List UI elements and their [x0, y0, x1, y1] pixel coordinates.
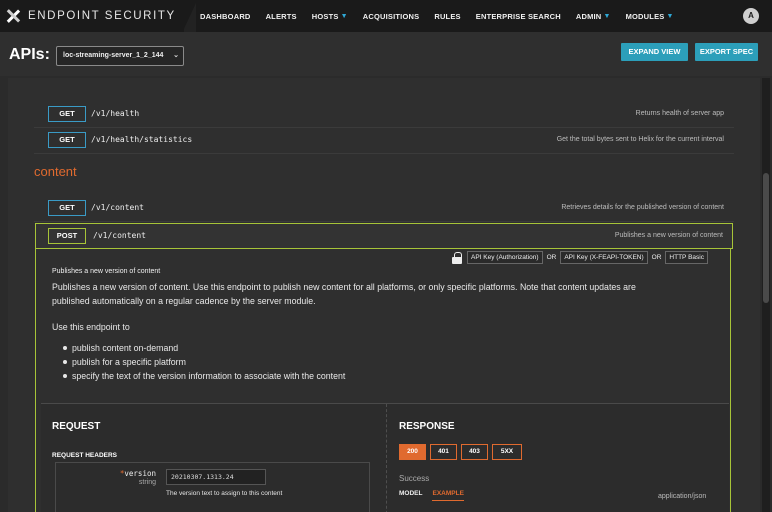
use-cases-list: publish content on-demand publish for a …: [62, 341, 346, 383]
nav-item-label: DASHBOARD: [200, 11, 251, 21]
nav-menu: DASHBOARD ALERTS HOSTS ▼ ACQUISITIONS RUL…: [200, 0, 689, 32]
nav-item-label: ENTERPRISE SEARCH: [475, 11, 561, 21]
app-window: ENDPOINT SECURITY DASHBOARD ALERTS HOSTS…: [0, 0, 772, 512]
auth-or-label: OR: [546, 254, 557, 261]
operation-path: /v1/content: [93, 231, 146, 240]
nav-item-hosts[interactable]: HOSTS ▼: [312, 12, 348, 21]
expand-view-button[interactable]: EXPAND VIEW: [621, 43, 688, 61]
description-line: Publishes a new version of content. Use …: [52, 282, 636, 292]
main-scrollbar[interactable]: [762, 78, 770, 512]
nav-item-rules[interactable]: RULES: [434, 12, 460, 21]
nav-item-label: ADMIN: [575, 11, 602, 21]
list-item: publish content on-demand: [62, 341, 345, 355]
panel-divider: [386, 404, 387, 512]
api-operations-panel: health GET /v1/health Returns health of …: [8, 78, 760, 512]
operation-path: /v1/health: [91, 109, 140, 118]
operation-row-get-health[interactable]: GET /v1/health Returns health of server …: [34, 102, 734, 128]
operation-description-text: Publishes a new version of content. Use …: [52, 280, 692, 308]
response-tabs: MODEL EXAMPLE: [399, 490, 474, 501]
nav-item-label: MODULES: [625, 11, 665, 21]
brand-logo-icon: [6, 9, 20, 23]
operation-description: Retrieves details for the published vers…: [561, 204, 724, 211]
operation-path: /v1/content: [91, 203, 144, 212]
response-codes: 200 401 403 5XX: [399, 444, 526, 460]
nav-item-modules[interactable]: MODULES ▼: [626, 12, 674, 21]
operation-row-get-health-statistics[interactable]: GET /v1/health/statistics Get the total …: [34, 128, 734, 154]
nav-item-label: HOSTS: [311, 11, 339, 21]
list-item: publish for a specific platform: [62, 355, 345, 369]
brand[interactable]: ENDPOINT SECURITY: [6, 6, 176, 26]
response-title: RESPONSE: [399, 421, 455, 432]
scrollbar-thumb[interactable]: [763, 173, 769, 303]
auth-or-label: OR: [651, 254, 662, 261]
param-type: string: [138, 479, 156, 486]
section-title-content[interactable]: content: [34, 164, 77, 179]
top-navigation-bar: ENDPOINT SECURITY DASHBOARD ALERTS HOSTS…: [0, 0, 772, 32]
param-name-text: version: [124, 469, 156, 478]
request-title: REQUEST: [52, 421, 101, 432]
nav-item-admin[interactable]: ADMIN ▼: [576, 12, 611, 21]
tab-model[interactable]: MODEL: [399, 490, 422, 501]
auth-api-key-authorization[interactable]: API Key (Authorization): [467, 251, 543, 264]
operation-row-post-content[interactable]: POST /v1/content Publishes a new version…: [35, 223, 733, 249]
brand-name: ENDPOINT SECURITY: [28, 10, 176, 22]
operation-summary: Publishes a new version of content: [52, 268, 161, 275]
method-badge-get: GET: [48, 132, 86, 148]
response-content-type[interactable]: application/json: [658, 493, 706, 500]
operation-description: Get the total bytes sent to Helix for th…: [556, 136, 724, 143]
chevron-down-icon: ⌄: [173, 52, 179, 59]
request-headers-table: *version string 20210307.1313.24 The ver…: [55, 462, 370, 512]
operation-description: Publishes a new version of content: [614, 232, 723, 239]
param-name: *version: [86, 469, 156, 478]
response-code-5xx[interactable]: 5XX: [492, 444, 522, 460]
version-input[interactable]: 20210307.1313.24: [166, 469, 266, 485]
tab-example[interactable]: EXAMPLE: [432, 490, 464, 501]
response-status-text: Success: [399, 474, 430, 483]
method-badge-post: POST: [48, 228, 86, 244]
expanded-operation-post-content: POST /v1/content Publishes a new version…: [35, 223, 733, 512]
nav-item-dashboard[interactable]: DASHBOARD: [200, 12, 251, 21]
list-item: specify the text of the version informat…: [62, 371, 346, 381]
response-code-401[interactable]: 401: [430, 444, 457, 460]
chevron-down-icon: ▼: [340, 12, 348, 20]
nav-item-enterprise-search[interactable]: ENTERPRISE SEARCH: [476, 12, 561, 21]
chevron-down-icon: ▼: [666, 12, 674, 20]
apis-label: APIs:: [9, 46, 50, 63]
auth-http-basic[interactable]: HTTP Basic: [665, 251, 708, 264]
api-select-dropdown[interactable]: loc-streaming-server_1_2_144 ⌄: [56, 46, 184, 66]
section-title-partial: health: [34, 78, 94, 82]
response-code-403[interactable]: 403: [461, 444, 488, 460]
api-select-value: loc-streaming-server_1_2_144: [63, 52, 164, 59]
request-response-panel: REQUEST REQUEST HEADERS *version string …: [41, 403, 729, 512]
use-endpoint-intro: Use this endpoint to: [52, 322, 130, 332]
param-help-text: The version text to assign to this conte…: [166, 490, 283, 497]
operation-description: Returns health of server app: [635, 110, 724, 117]
operation-row-get-content[interactable]: GET /v1/content Retrieves details for th…: [34, 196, 734, 222]
nav-item-acquisitions[interactable]: ACQUISITIONS: [363, 12, 420, 21]
nav-item-label: ACQUISITIONS: [362, 11, 420, 21]
nav-item-label: ALERTS: [265, 11, 297, 21]
nav-separator: [184, 0, 196, 32]
auth-methods: API Key (Authorization) OR API Key (X-FE…: [452, 249, 708, 266]
description-line: published automatically on a regular cad…: [52, 296, 316, 306]
operation-path: /v1/health/statistics: [91, 135, 193, 144]
nav-item-label: RULES: [434, 11, 461, 21]
method-badge-get: GET: [48, 200, 86, 216]
method-badge-get: GET: [48, 106, 86, 122]
lock-icon[interactable]: [452, 251, 462, 264]
chevron-down-icon: ▼: [603, 12, 611, 20]
auth-api-key-x-feapi-token[interactable]: API Key (X-FEAPI-TOKEN): [560, 251, 648, 264]
export-spec-button[interactable]: EXPORT SPEC: [695, 43, 758, 61]
request-headers-title: REQUEST HEADERS: [52, 452, 118, 459]
nav-item-alerts[interactable]: ALERTS: [266, 12, 297, 21]
response-code-200[interactable]: 200: [399, 444, 426, 460]
user-avatar[interactable]: A: [743, 8, 759, 24]
